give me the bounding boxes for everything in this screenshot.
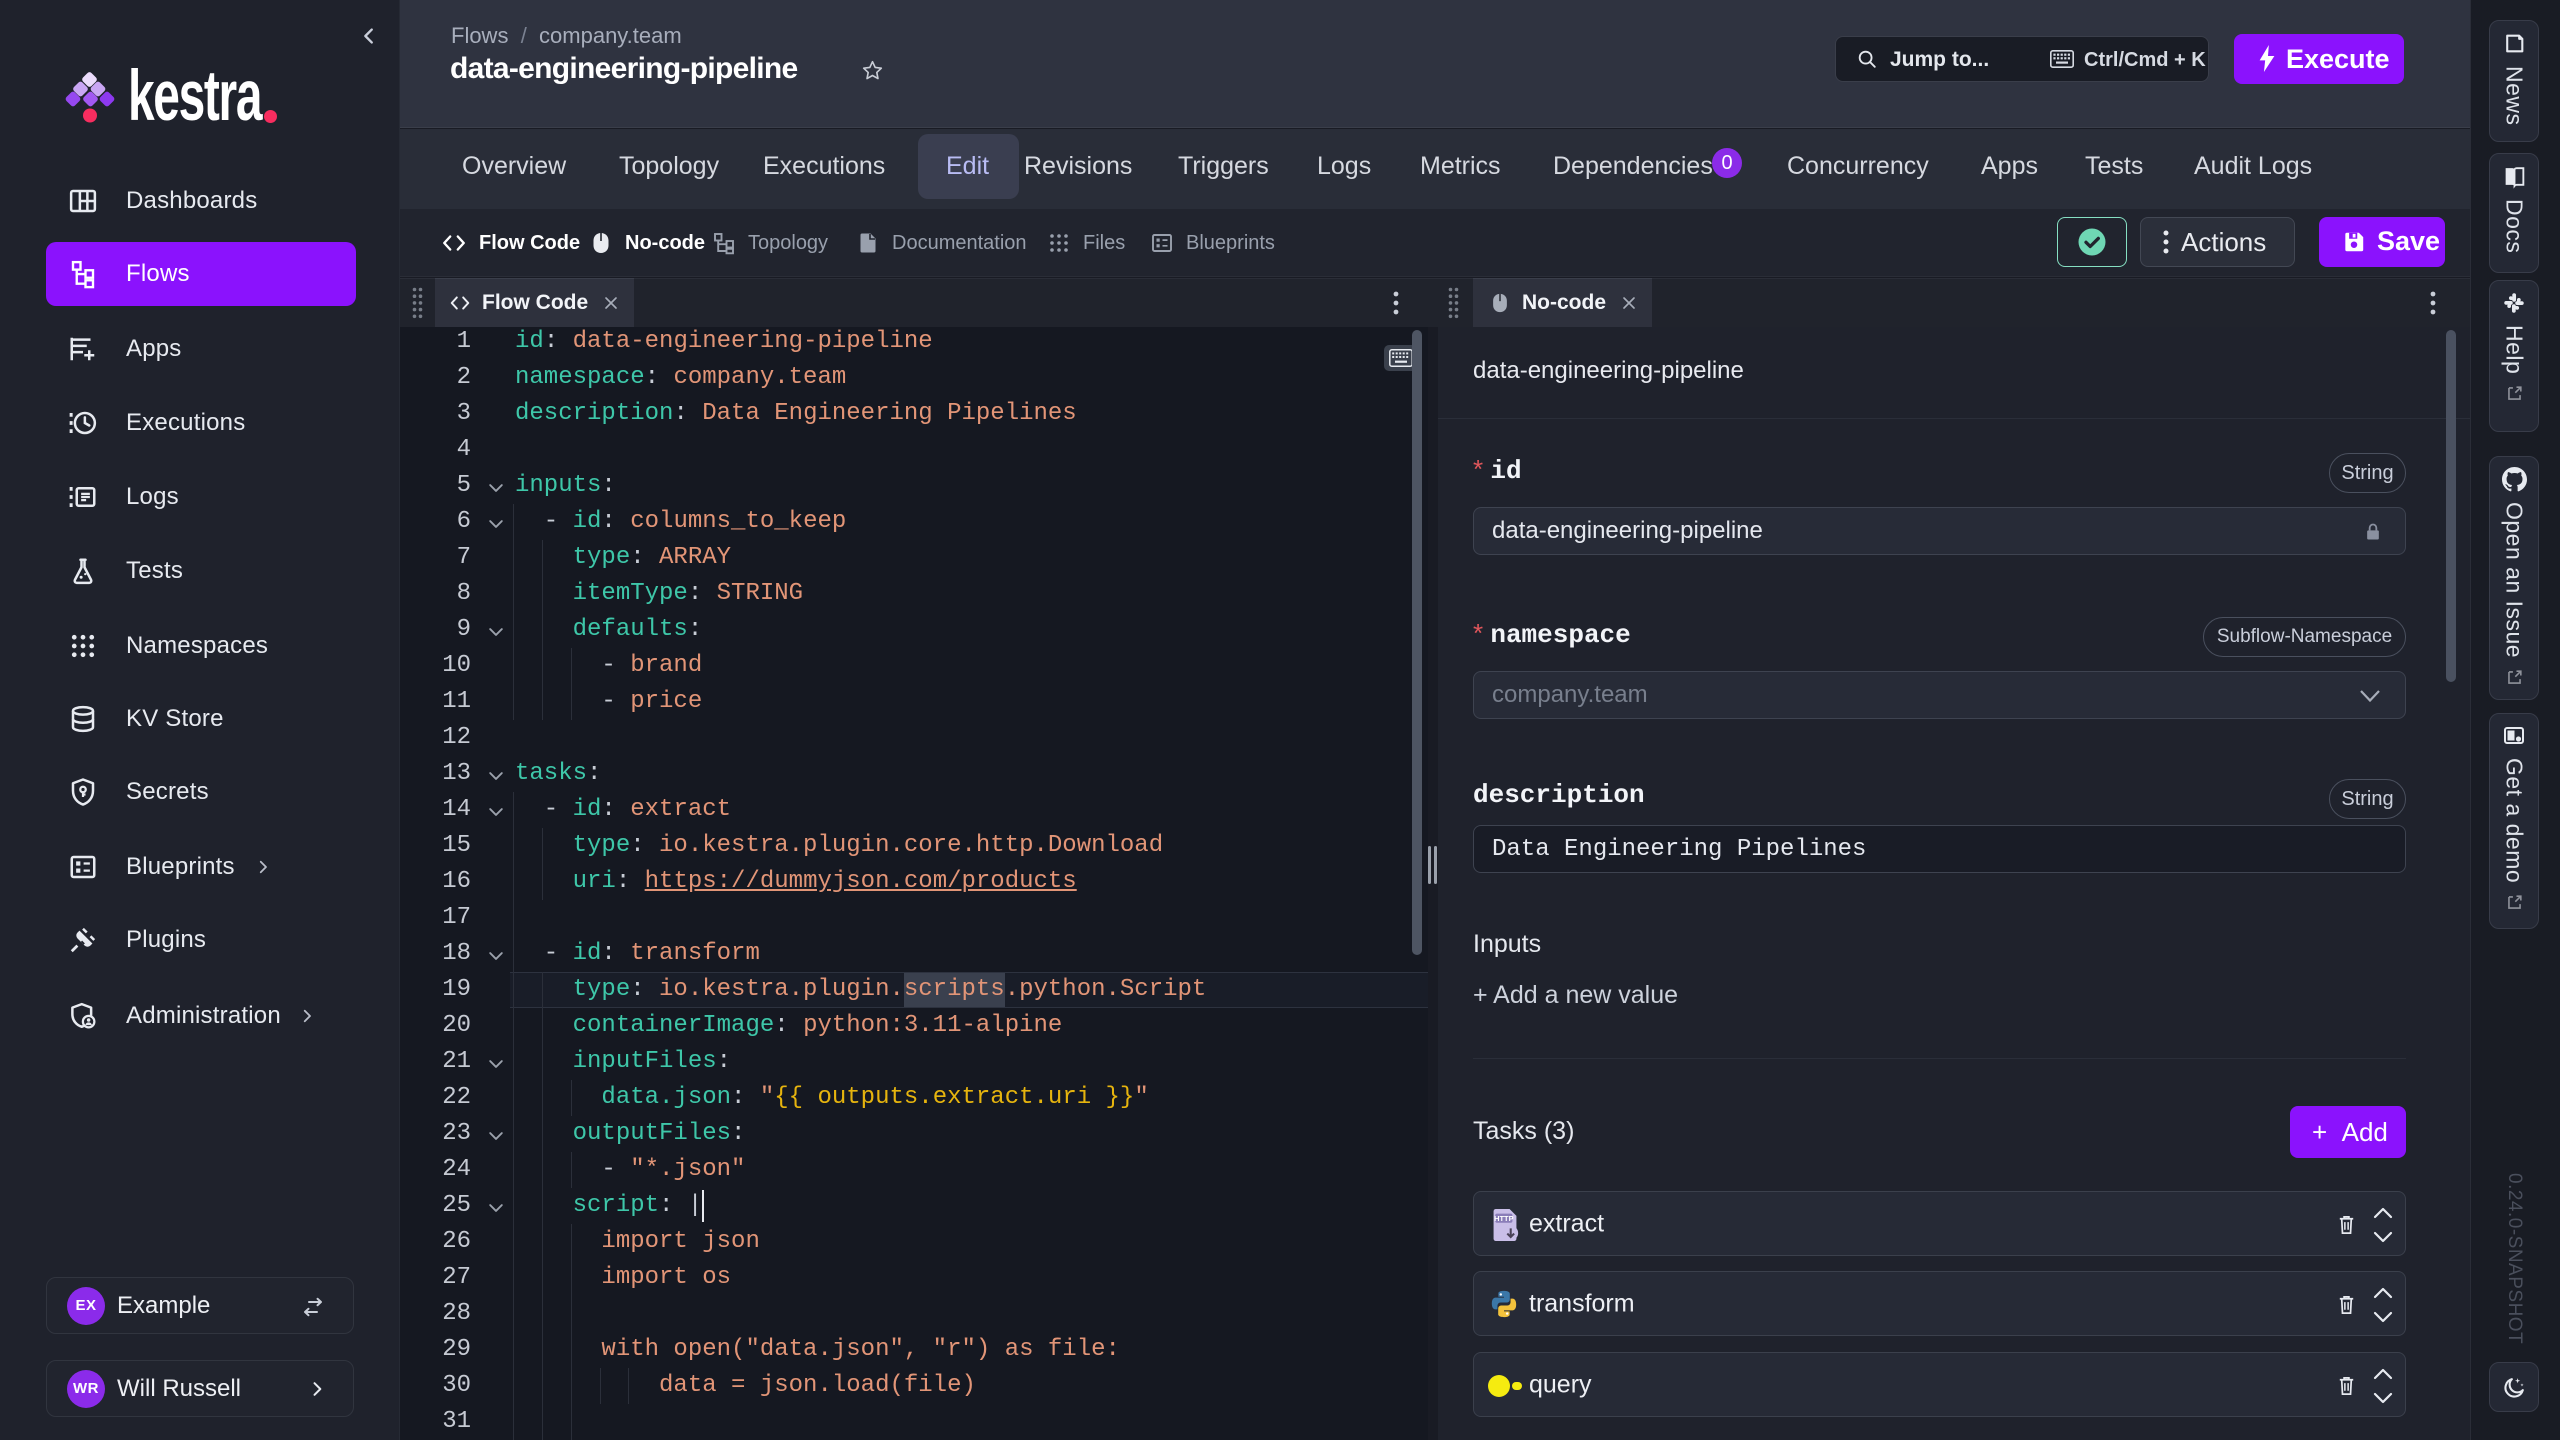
svg-text:HTTP: HTTP	[1494, 1214, 1513, 1223]
